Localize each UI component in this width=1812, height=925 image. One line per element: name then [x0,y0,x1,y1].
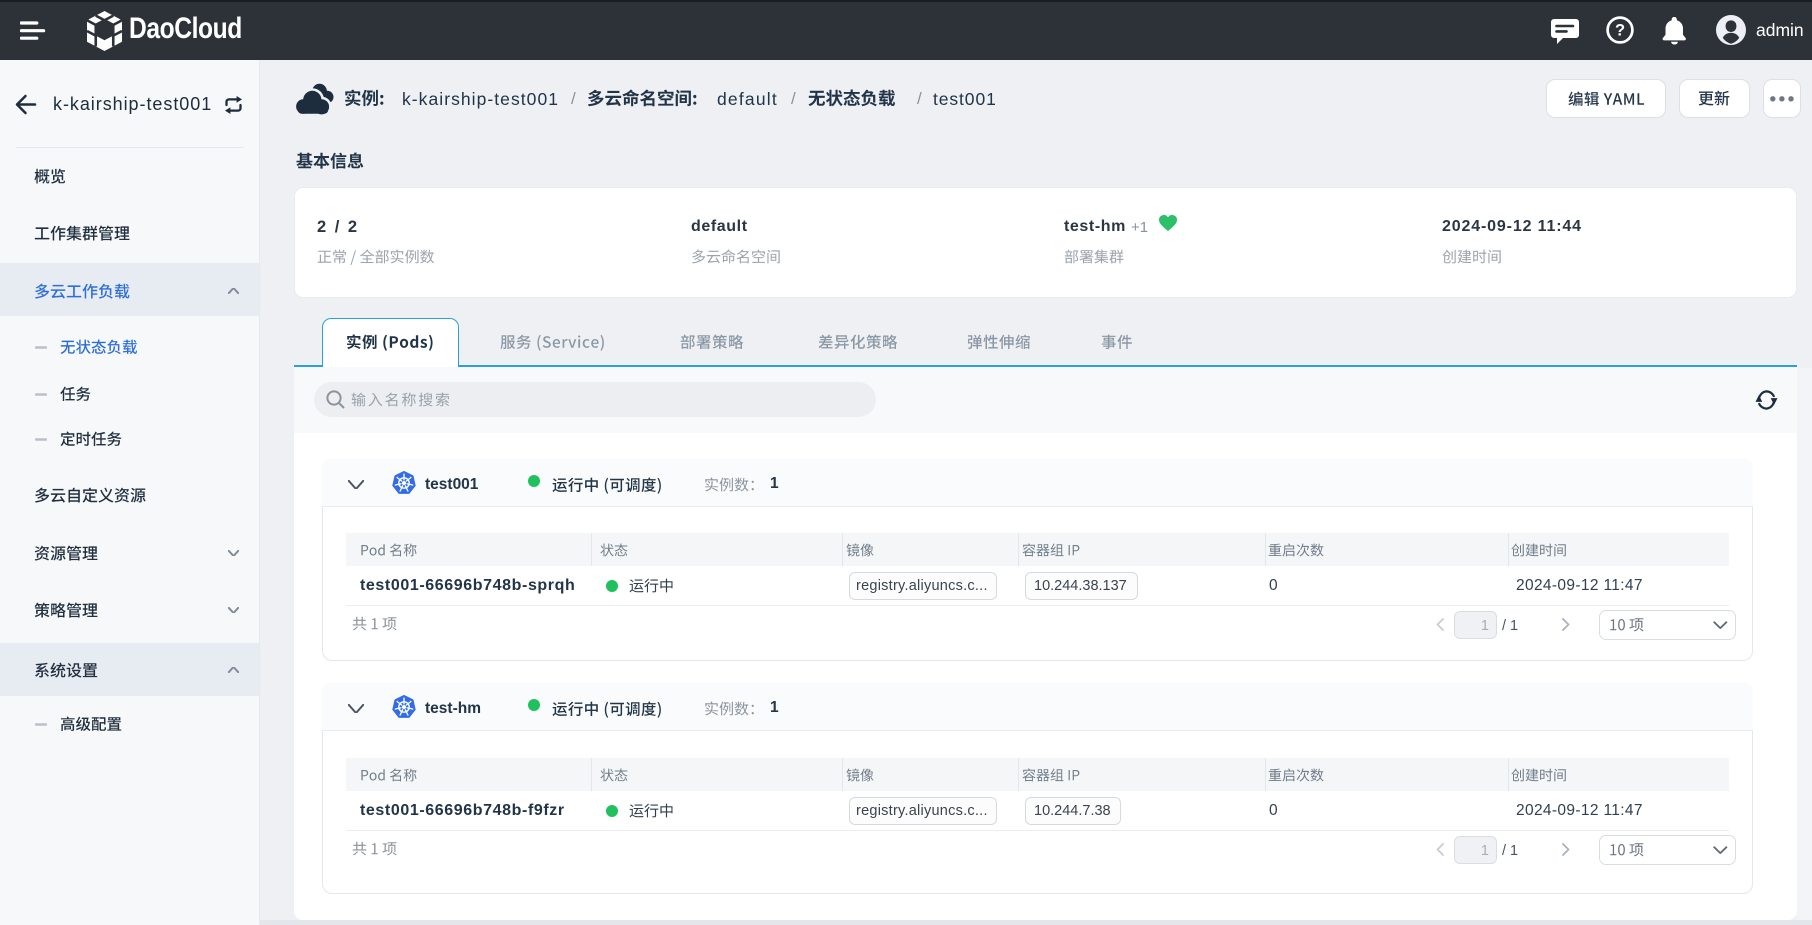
svg-text:?: ? [1615,22,1625,40]
